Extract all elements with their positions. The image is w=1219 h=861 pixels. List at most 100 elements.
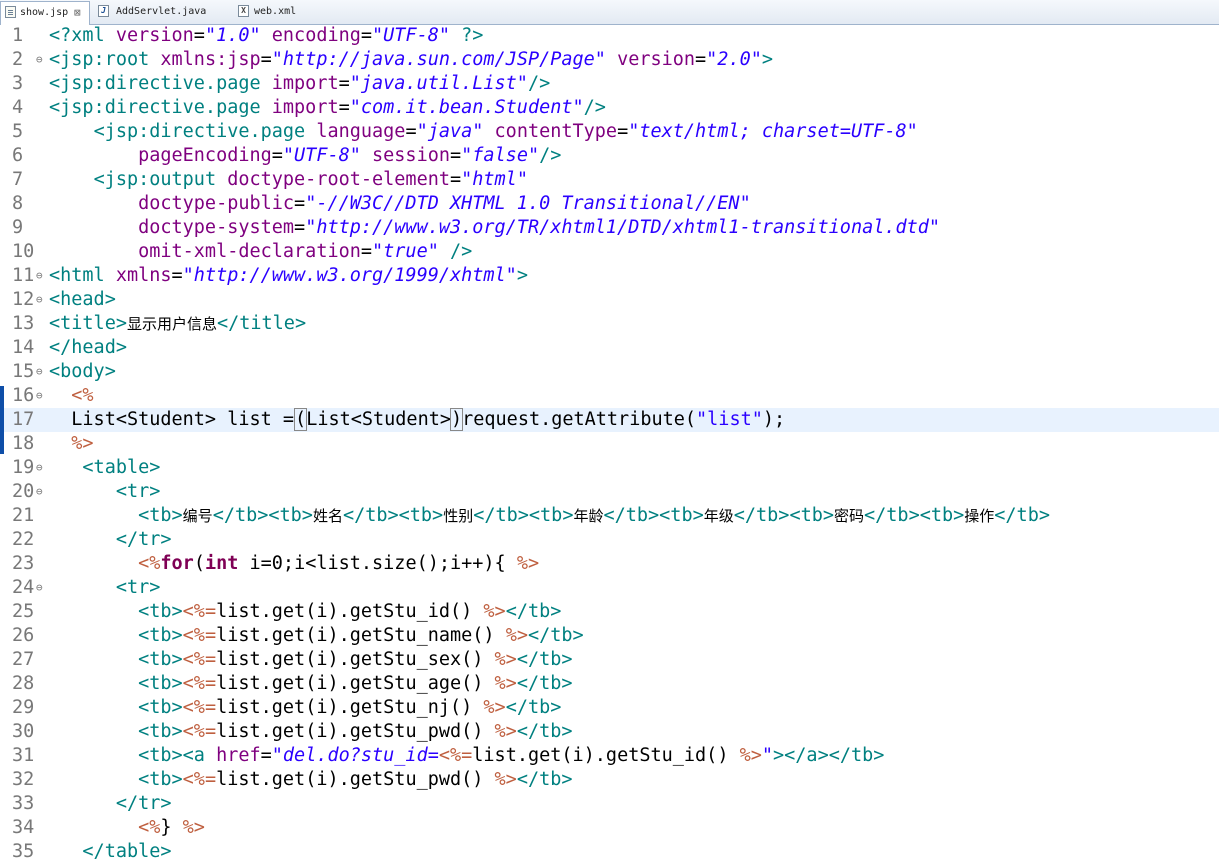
code-line[interactable]: 21 <tb>编号</tb><tb>姓名</tb><tb>性别</tb><tb>… — [0, 504, 1219, 528]
code-line[interactable]: 15 ⊖ <body> — [0, 360, 1219, 384]
code-line[interactable]: 3 <jsp:directive.page import="java.util.L… — [0, 72, 1219, 96]
code-line[interactable]: 1 <?xml version="1.0" encoding="UTF-8" ?> — [0, 24, 1219, 48]
code-token: = — [193, 25, 205, 46]
code-text: <tb><%=list.get(i).getStu_sex() %></tb> — [49, 648, 572, 672]
code-line[interactable]: 16 ⊖ <% — [0, 384, 1219, 408]
code-text: <title>显示用户信息</title> — [49, 312, 306, 336]
code-line[interactable]: 34 <%} %> — [0, 816, 1219, 840]
line-number: 19 — [12, 457, 35, 478]
code-token: <%= — [438, 745, 473, 766]
code-line[interactable]: 29 <tb><%=list.get(i).getStu_nj() %></tb… — [0, 696, 1219, 720]
tab-show-jsp[interactable]: show.jsp ⊠ — [0, 1, 90, 25]
code-token: "1.0" — [204, 25, 261, 46]
code-token: </tr> — [115, 529, 172, 550]
code-line[interactable]: 11 ⊖ <html xmlns="http://www.w3.org/1999/x… — [0, 264, 1219, 288]
code-line[interactable]: 9 doctype-system="http://www.w3.org/TR/x… — [0, 216, 1219, 240]
code-token: </table> — [82, 841, 172, 861]
code-token: list.get(i).getStu_pwd() — [216, 769, 495, 790]
code-line[interactable]: 5 <jsp:directive.page language="java" co… — [0, 120, 1219, 144]
code-text: <tb><%=list.get(i).getStu_name() %></tb> — [49, 624, 584, 648]
code-token: %> — [739, 745, 762, 766]
code-token: " — [761, 745, 774, 766]
line-number: 21 — [12, 505, 35, 526]
code-line[interactable]: 32 <tb><%=list.get(i).getStu_pwd() %></t… — [0, 768, 1219, 792]
code-token: </tb><tb> — [212, 505, 313, 526]
code-line[interactable]: 20 ⊖ <tr> — [0, 480, 1219, 504]
code-text: <jsp:output doctype-root-element="html" — [49, 168, 528, 192]
fold-toggle-icon[interactable]: ⊖ — [36, 264, 43, 288]
close-icon[interactable]: ⊠ — [74, 2, 81, 23]
code-token: = — [271, 145, 283, 166]
jsp-file-icon — [5, 6, 16, 18]
code-token: </tb><tb> — [864, 505, 965, 526]
fold-toggle-icon[interactable]: ⊖ — [36, 288, 43, 312]
code-token: "false" — [461, 145, 540, 166]
code-line[interactable]: 27 <tb><%=list.get(i).getStu_sex() %></t… — [0, 648, 1219, 672]
code-token: version — [617, 49, 696, 70]
tab-web-xml[interactable]: X web.xml — [236, 1, 316, 23]
code-line[interactable]: 4 <jsp:directive.page import="com.it.bean… — [0, 96, 1219, 120]
code-line[interactable]: 24 ⊖ <tr> — [0, 576, 1219, 600]
line-number: 34 — [12, 817, 35, 838]
code-token: "text/html; charset=UTF-8" — [628, 121, 918, 142]
code-line[interactable]: 14 </head> — [0, 336, 1219, 360]
code-token: </tb> — [527, 625, 584, 646]
code-token: "http://www.w3.org/TR/xhtml1/DTD/xhtml1-… — [305, 217, 941, 238]
code-line[interactable]: 8 doctype-public="-//W3C//DTD XHTML 1.0 … — [0, 192, 1219, 216]
code-line[interactable]: 13 <title>显示用户信息</title> — [0, 312, 1219, 336]
code-line[interactable]: 31 <tb><a href="del.do?stu_id=<%=list.ge… — [0, 744, 1219, 768]
code-line[interactable]: 28 <tb><%=list.get(i).getStu_age() %></t… — [0, 672, 1219, 696]
fold-toggle-icon[interactable]: ⊖ — [36, 576, 43, 600]
code-token: = — [360, 25, 373, 46]
fold-toggle-icon[interactable]: ⊖ — [36, 456, 43, 480]
line-number: 8 — [12, 193, 24, 214]
code-text: <table> — [49, 456, 160, 480]
code-line[interactable]: 18 %> — [0, 432, 1219, 456]
code-line[interactable]: 23 <%for(int i=0;i<list.size();i++){ %> — [0, 552, 1219, 576]
code-token: "UTF-8" — [372, 25, 450, 46]
source-text-area[interactable]: 1 <?xml version="1.0" encoding="UTF-8" ?>… — [0, 24, 1219, 861]
code-token: </tb> — [516, 721, 573, 742]
code-line[interactable]: 30 <tb><%=list.get(i).getStu_pwd() %></t… — [0, 720, 1219, 744]
code-token: 操作 — [964, 507, 995, 525]
code-line[interactable]: 10 omit-xml-declaration="true" /> — [0, 240, 1219, 264]
code-line[interactable]: 35 </table> — [0, 840, 1219, 861]
fold-toggle-icon[interactable]: ⊖ — [36, 48, 43, 72]
code-line[interactable]: 12 ⊖ <head> — [0, 288, 1219, 312]
code-line[interactable]: 7 <jsp:output doctype-root-element="html… — [0, 168, 1219, 192]
code-token: href — [216, 745, 261, 766]
code-line[interactable]: 17 List<Student> list =(List<Student>)re… — [0, 408, 1219, 432]
code-token: "del.do?stu_id= — [271, 745, 439, 766]
code-token: list.get(i).getStu_id() — [216, 601, 484, 622]
code-token: = — [260, 745, 272, 766]
fold-toggle-icon[interactable]: ⊖ — [36, 384, 43, 408]
code-text: List<Student> list =(List<Student>)reque… — [49, 408, 785, 432]
code-line[interactable]: 2 ⊖ <jsp:root xmlns:jsp="http://java.sun.c… — [0, 48, 1219, 72]
tab-addservlet-java[interactable]: J AddServlet.java — [96, 1, 226, 23]
code-token: <% — [71, 385, 94, 406]
code-token: <jsp:directive.page — [49, 73, 272, 94]
code-line[interactable]: 19 ⊖ <table> — [0, 456, 1219, 480]
code-text: <jsp:directive.page language="java" cont… — [49, 120, 918, 144]
fold-toggle-icon[interactable]: ⊖ — [36, 360, 43, 384]
code-line[interactable]: 22 </tr> — [0, 528, 1219, 552]
code-line[interactable]: 26 <tb><%=list.get(i).getStu_name() %></… — [0, 624, 1219, 648]
code-text: </head> — [49, 336, 127, 360]
code-text: <tb><%=list.get(i).getStu_age() %></tb> — [49, 672, 572, 696]
fold-toggle-icon[interactable]: ⊖ — [36, 480, 43, 504]
code-line[interactable]: 33 </tr> — [0, 792, 1219, 816]
code-token: List<Student> — [306, 409, 451, 430]
code-line[interactable]: 25 <tb><%=list.get(i).getStu_id() %></tb… — [0, 600, 1219, 624]
line-number: 24 — [12, 577, 35, 598]
code-token: int — [204, 553, 239, 574]
code-token: <tb> — [138, 649, 183, 670]
code-line[interactable]: 6 pageEncoding="UTF-8" session="false"/> — [0, 144, 1219, 168]
code-token: </tb> — [994, 505, 1050, 526]
code-token: doctype-system — [138, 217, 295, 238]
code-token: list.get(i).getStu_nj() — [216, 697, 484, 718]
line-number: 29 — [12, 697, 35, 718]
